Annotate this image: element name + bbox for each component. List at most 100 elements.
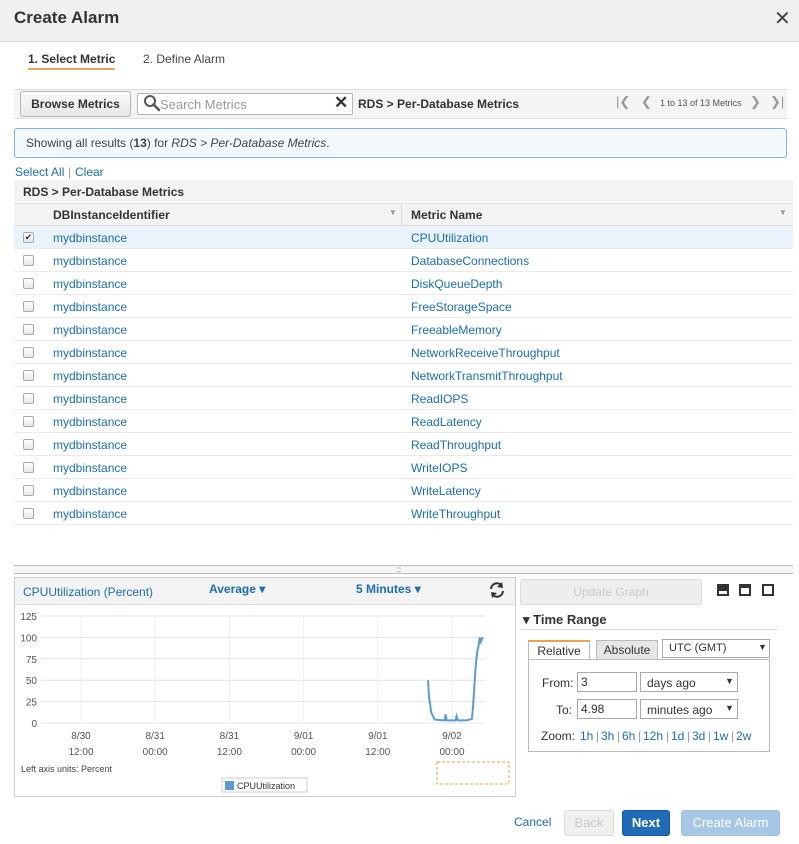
update-graph-button[interactable]: Update Graph [520,579,702,605]
row-checkbox[interactable] [23,393,34,404]
row-checkbox[interactable] [23,485,34,496]
layout-small-icon[interactable] [762,584,774,596]
next-page-icon[interactable]: ❯ [750,94,761,110]
db-instance-link[interactable]: mydbinstance [53,231,127,245]
time-range-heading[interactable]: ▾ Time Range [523,612,607,628]
db-instance-link[interactable]: mydbinstance [53,507,127,521]
db-instance-link[interactable]: mydbinstance [53,369,127,383]
metric-name-link[interactable]: DiskQueueDepth [411,277,502,291]
column-header-metric-name[interactable]: Metric Name [411,208,482,222]
back-button[interactable]: Back [564,810,614,836]
table-row[interactable]: mydbinstance ReadIOPS [14,387,793,410]
zoom-option-1d[interactable]: 1d [671,729,684,743]
table-row[interactable]: mydbinstance NetworkReceiveThroughput [14,341,793,364]
close-icon[interactable]: ✕ [774,6,791,31]
table-row[interactable]: mydbinstance WriteIOPS [14,456,793,479]
zoom-option-6h[interactable]: 6h [622,729,635,743]
table-row[interactable]: ✔ mydbinstance CPUUtilization [14,226,793,249]
create-alarm-button[interactable]: Create Alarm [681,810,780,836]
table-row[interactable]: mydbinstance NetworkTransmitThroughput [14,364,793,387]
metric-name-link[interactable]: ReadIOPS [411,392,468,406]
row-checkbox[interactable] [23,439,34,450]
browse-metrics-button[interactable]: Browse Metrics [20,91,131,117]
step-define-alarm[interactable]: 2. Define Alarm [143,52,225,66]
tab-absolute[interactable]: Absolute [596,640,658,660]
from-value-input[interactable] [577,672,637,692]
cancel-link[interactable]: Cancel [514,815,551,829]
sort-arrow-icon[interactable]: ▼ [779,208,787,217]
db-instance-link[interactable]: mydbinstance [53,392,127,406]
to-unit-select[interactable]: minutes ago [640,699,738,719]
metric-name-link[interactable]: DatabaseConnections [411,254,529,268]
to-value-input[interactable] [577,699,637,719]
row-checkbox[interactable] [23,508,34,519]
chevron-down-icon[interactable]: ▼ [725,703,734,713]
clear-search-icon[interactable]: ✕ [334,93,348,113]
zoom-option-3d[interactable]: 3d [692,729,705,743]
statistic-select[interactable]: Average ▾ [209,582,265,596]
metric-name-link[interactable]: FreeableMemory [411,323,502,337]
search-input[interactable] [160,96,328,112]
previous-page-icon[interactable]: ❮ [641,94,652,110]
zoom-option-3h[interactable]: 3h [601,729,614,743]
first-page-icon[interactable]: |❮ [616,94,630,110]
row-checkbox[interactable] [23,301,34,312]
db-instance-link[interactable]: mydbinstance [53,277,127,291]
tab-relative[interactable]: Relative [528,640,590,660]
table-row[interactable]: mydbinstance FreeableMemory [14,318,793,341]
row-checkbox[interactable]: ✔ [23,232,34,243]
row-checkbox[interactable] [23,255,34,266]
period-select[interactable]: 5 Minutes ▾ [356,582,421,596]
db-instance-link[interactable]: mydbinstance [53,346,127,360]
sort-arrow-icon[interactable]: ▼ [389,208,397,217]
metric-name-link[interactable]: FreeStorageSpace [411,300,512,314]
column-header-dbinstance[interactable]: DBInstanceIdentifier [53,208,170,222]
next-button[interactable]: Next [622,810,670,836]
layout-large-icon[interactable] [717,584,729,596]
db-instance-link[interactable]: mydbinstance [53,300,127,314]
metric-name-link[interactable]: NetworkTransmitThroughput [411,369,563,383]
row-checkbox[interactable] [23,324,34,335]
panel-splitter[interactable] [14,565,793,574]
step-select-metric[interactable]: 1. Select Metric [28,52,116,70]
metric-name-link[interactable]: NetworkReceiveThroughput [411,346,560,360]
zoom-option-2w[interactable]: 2w [736,729,751,743]
db-instance-link[interactable]: mydbinstance [53,415,127,429]
row-checkbox[interactable] [23,278,34,289]
table-row[interactable]: mydbinstance DiskQueueDepth [14,272,793,295]
table-row[interactable]: mydbinstance ReadLatency [14,410,793,433]
table-row[interactable]: mydbinstance ReadThroughput [14,433,793,456]
layout-medium-icon[interactable] [739,584,751,596]
zoom-option-1w[interactable]: 1w [713,729,728,743]
chevron-down-icon[interactable]: ▼ [758,642,767,652]
splitter-grip-icon[interactable]: :::: [396,565,402,574]
select-all-link[interactable]: Select All [15,165,64,179]
db-instance-link[interactable]: mydbinstance [53,438,127,452]
row-checkbox[interactable] [23,370,34,381]
row-checkbox[interactable] [23,416,34,427]
row-checkbox[interactable] [23,347,34,358]
chevron-down-icon[interactable]: ▼ [725,676,734,686]
clear-selection-link[interactable]: Clear [75,165,104,179]
metric-name-link[interactable]: WriteIOPS [411,461,467,475]
db-instance-link[interactable]: mydbinstance [53,323,127,337]
metric-name-link[interactable]: ReadLatency [411,415,482,429]
metric-name-link[interactable]: ReadThroughput [411,438,501,452]
db-instance-link[interactable]: mydbinstance [53,254,127,268]
from-unit-select[interactable]: days ago [640,672,738,692]
metric-name-link[interactable]: WriteThroughput [411,507,500,521]
zoom-option-12h[interactable]: 12h [643,729,663,743]
table-row[interactable]: mydbinstance DatabaseConnections [14,249,793,272]
last-page-icon[interactable]: ❯| [770,94,784,110]
table-row[interactable]: mydbinstance WriteThroughput [14,502,793,525]
metric-name-link[interactable]: WriteLatency [411,484,481,498]
row-checkbox[interactable] [23,462,34,473]
db-instance-link[interactable]: mydbinstance [53,484,127,498]
metric-name-link[interactable]: CPUUtilization [411,231,488,245]
refresh-icon[interactable] [487,580,507,600]
table-row[interactable]: mydbinstance FreeStorageSpace [14,295,793,318]
db-instance-link[interactable]: mydbinstance [53,461,127,475]
zoom-option-1h[interactable]: 1h [580,729,593,743]
table-row[interactable]: mydbinstance WriteLatency [14,479,793,502]
timezone-select[interactable]: UTC (GMT) [662,639,770,658]
